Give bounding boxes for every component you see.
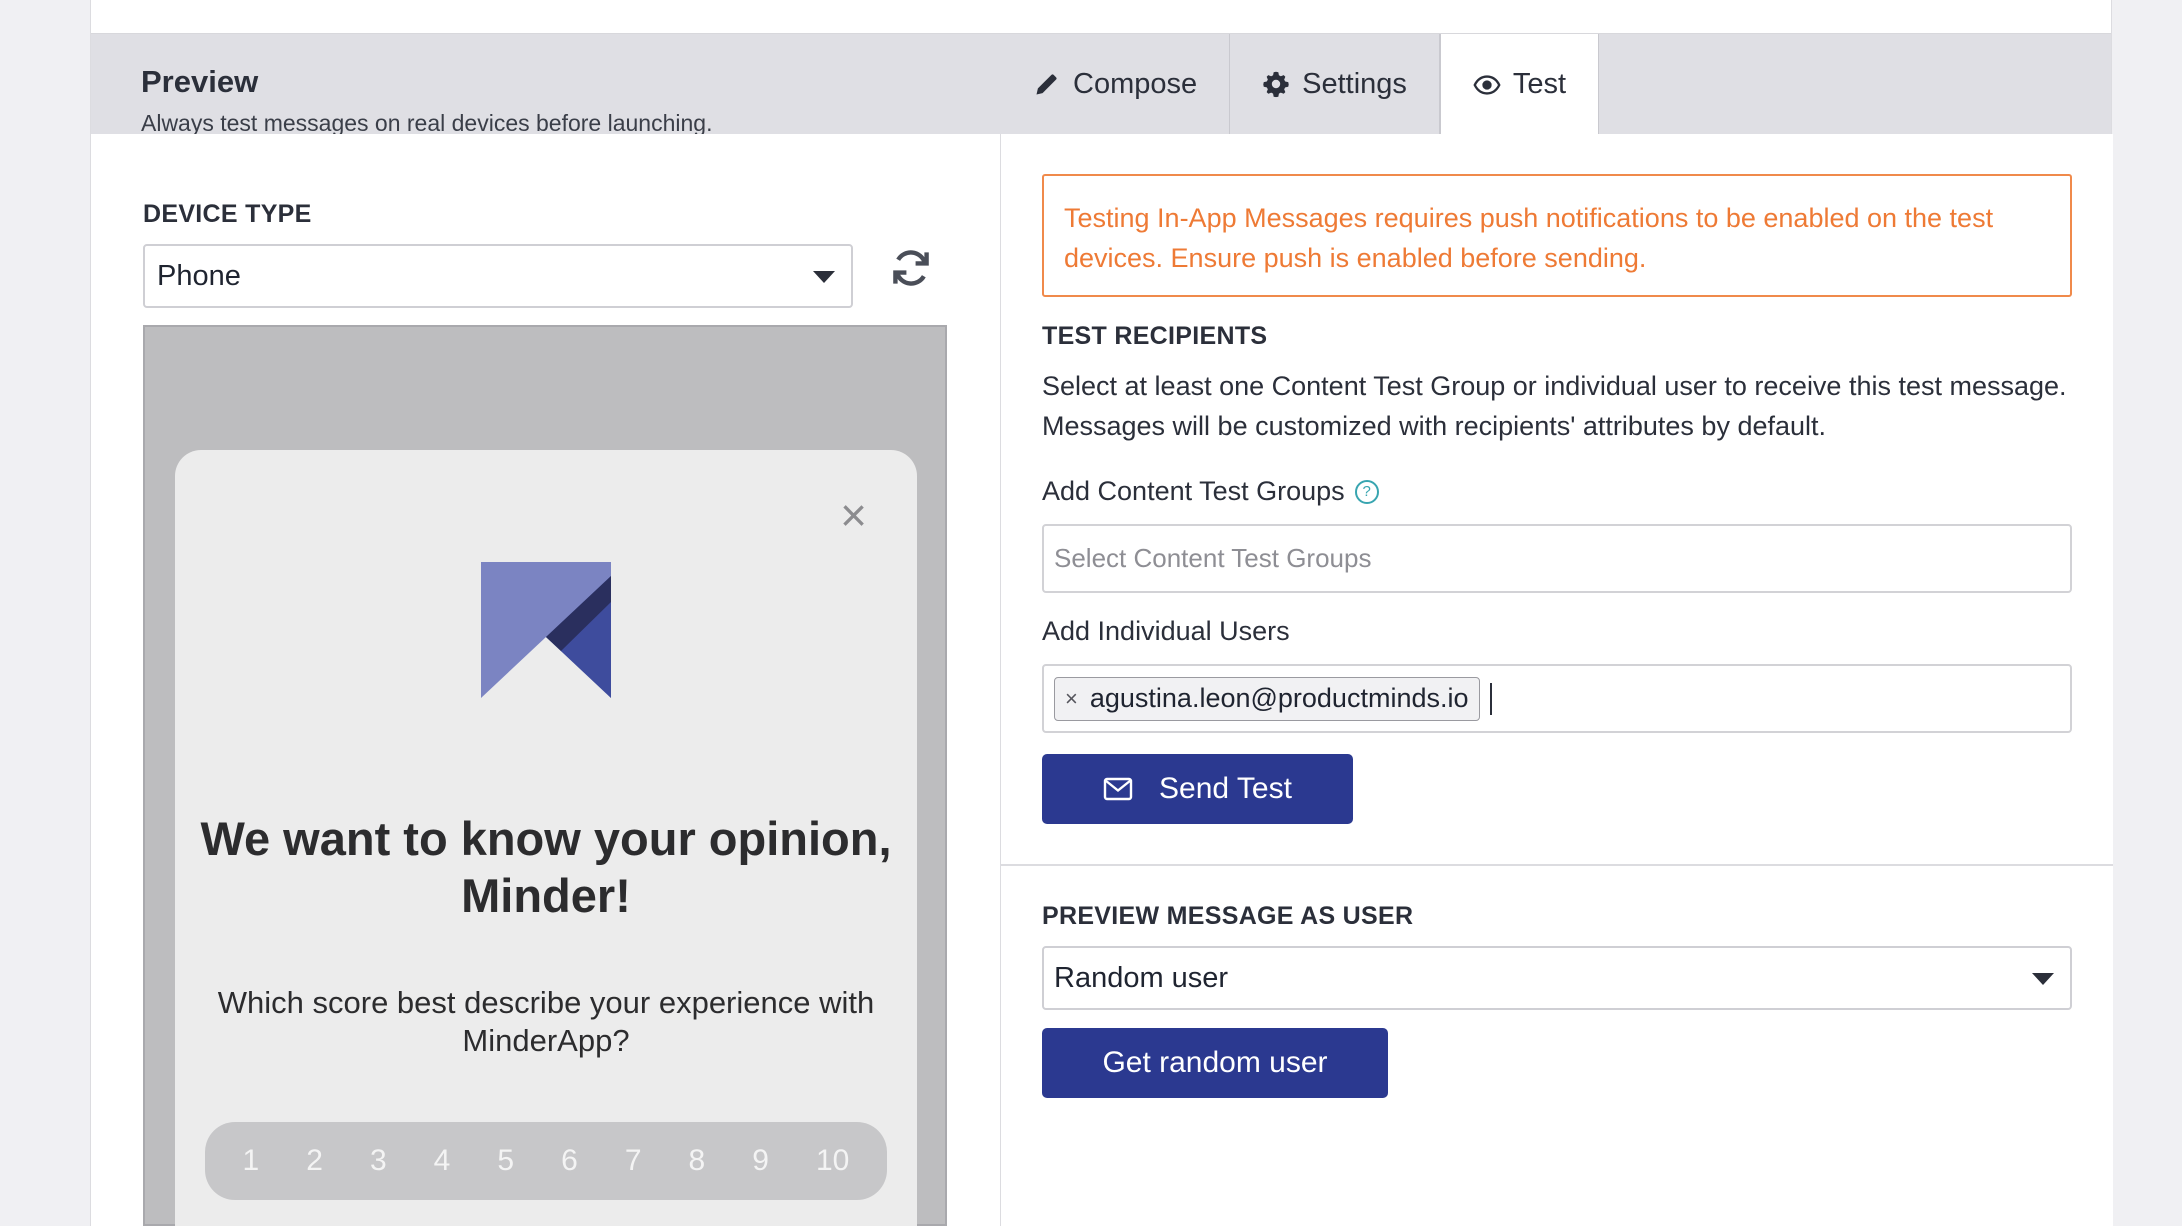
content-test-groups-text: Add Content Test Groups <box>1042 476 1345 506</box>
send-test-label: Send Test <box>1159 772 1292 805</box>
push-warning-alert: Testing In-App Messages requires push no… <box>1042 174 2072 297</box>
envelope-icon <box>1103 777 1133 801</box>
get-random-user-button[interactable]: Get random user <box>1042 1028 1388 1098</box>
text-cursor <box>1489 682 1492 715</box>
send-test-button[interactable]: Send Test <box>1042 754 1353 824</box>
score-option[interactable]: 1 <box>243 1144 260 1178</box>
close-icon[interactable]: × <box>840 492 867 538</box>
device-type-select[interactable]: Phone <box>143 244 853 308</box>
preview-user-value: Random user <box>1054 961 1229 994</box>
top-strip <box>91 0 2111 34</box>
individual-users-label: Add Individual Users <box>1042 616 1290 646</box>
message-card: × We want to know your opinion, Minder! … <box>175 450 917 1226</box>
test-recipients-description: Select at least one Content Test Group o… <box>1042 371 2067 441</box>
score-option[interactable]: 9 <box>752 1144 769 1178</box>
score-option[interactable]: 7 <box>625 1144 642 1178</box>
refresh-icon[interactable] <box>889 246 933 290</box>
tab-settings-label: Settings <box>1302 67 1407 100</box>
chevron-down-icon <box>813 271 835 283</box>
tab-compose-label: Compose <box>1073 67 1198 100</box>
help-icon[interactable]: ? <box>1354 479 1379 504</box>
score-option[interactable]: 4 <box>434 1144 451 1178</box>
tab-test[interactable]: Test <box>1439 34 1600 135</box>
individual-users-input[interactable]: × agustina.leon@productminds.io <box>1042 664 2072 733</box>
get-random-user-label: Get random user <box>1102 1046 1328 1079</box>
device-type-label: DEVICE TYPE <box>143 200 312 228</box>
score-option[interactable]: 6 <box>561 1144 578 1178</box>
brand-logo <box>481 562 611 698</box>
score-option[interactable]: 5 <box>497 1144 514 1178</box>
page-subtitle: Always test messages on real devices bef… <box>141 110 713 136</box>
app-container: Preview Always test messages on real dev… <box>90 0 2113 1226</box>
preview-as-user-label: PREVIEW MESSAGE AS USER <box>1042 902 1414 930</box>
chevron-down-icon <box>2032 973 2054 985</box>
content-test-groups-placeholder: Select Content Test Groups <box>1054 543 1372 573</box>
preview-user-select[interactable]: Random user <box>1042 946 2072 1010</box>
content-test-groups-label: Add Content Test Groups ? <box>1042 476 1379 507</box>
message-question: Which score best describe your experienc… <box>217 985 875 1058</box>
user-chip-email: agustina.leon@productminds.io <box>1089 683 1469 713</box>
page-title: Preview <box>141 64 259 99</box>
pencil-icon <box>1036 74 1057 95</box>
score-option[interactable]: 2 <box>306 1144 323 1178</box>
tab-bar: Compose Settings Test <box>1001 34 1600 135</box>
user-chip: × agustina.leon@productminds.io <box>1054 676 1480 721</box>
score-option[interactable]: 10 <box>816 1144 849 1178</box>
tab-settings[interactable]: Settings <box>1230 34 1440 134</box>
test-recipients-label: TEST RECIPIENTS <box>1042 322 1268 350</box>
preview-header: Preview Always test messages on real dev… <box>91 34 2111 136</box>
eye-icon <box>1473 74 1501 95</box>
phone-preview: × We want to know your opinion, Minder! … <box>143 325 947 1226</box>
test-panel: Testing In-App Messages requires push no… <box>1000 134 2113 1226</box>
tab-compose[interactable]: Compose <box>1001 34 1231 134</box>
section-divider <box>1001 864 2113 866</box>
score-option[interactable]: 3 <box>370 1144 387 1178</box>
tab-test-label: Test <box>1512 68 1567 100</box>
message-headline: We want to know your opinion, Minder! <box>200 812 892 922</box>
preview-panel: DEVICE TYPE Phone × We want to know your… <box>91 134 1000 1226</box>
gear-icon <box>1263 71 1289 98</box>
content-test-groups-input[interactable]: Select Content Test Groups <box>1042 524 2072 593</box>
device-type-value: Phone <box>157 259 241 292</box>
score-option[interactable]: 8 <box>689 1144 706 1178</box>
remove-chip-icon[interactable]: × <box>1065 686 1078 712</box>
score-scale: 1 2 3 4 5 6 7 8 9 10 <box>205 1122 887 1200</box>
